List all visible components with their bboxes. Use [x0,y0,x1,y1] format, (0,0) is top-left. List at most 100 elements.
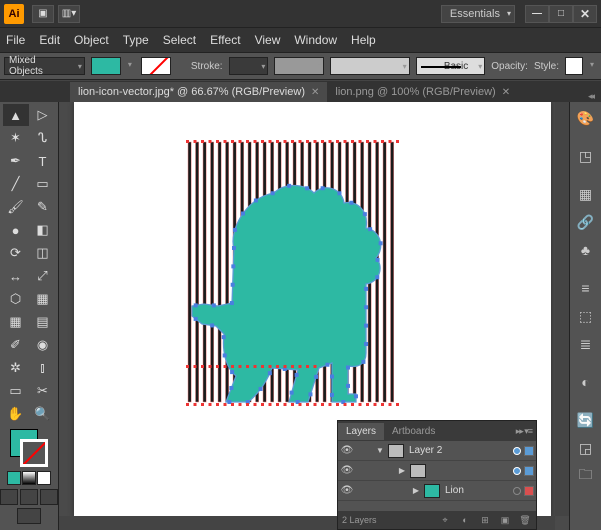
doc-tab-2[interactable]: lion.png @ 100% (RGB/Preview) ✕ [327,82,518,102]
scale-tool[interactable]: ◫ [30,242,56,264]
lasso-tool[interactable]: ᔐ [30,127,56,149]
width-tool[interactable]: ↔ [3,265,29,287]
close-button[interactable]: ✕ [573,5,597,23]
target-icon[interactable] [513,487,521,495]
stroke-swatch[interactable] [141,57,171,75]
sublayer-icon[interactable]: ⊞ [478,515,492,526]
layer-row[interactable]: 👁 ▶ Lion [338,481,536,501]
perspective-tool[interactable]: ▦ [30,288,56,310]
dock-icon-9[interactable]: 🔄 [573,408,599,432]
artwork[interactable] [174,138,454,448]
visibility-icon[interactable]: 👁 [340,445,354,456]
dock-icon-3[interactable]: 🔗 [573,210,599,234]
color-mode-icon[interactable] [7,471,21,485]
menu-window[interactable]: Window [294,33,337,47]
pencil-tool[interactable]: ✎ [30,196,56,218]
screen-mode-button[interactable] [17,508,41,524]
tab-artboards[interactable]: Artboards [384,423,443,440]
dock-icon-11[interactable]: 🗀 [573,464,599,488]
pen-tool[interactable]: ✒ [3,150,29,172]
draw-mode-1[interactable] [0,489,18,505]
menu-file[interactable]: File [6,33,25,47]
menu-select[interactable]: Select [163,33,196,47]
menu-effect[interactable]: Effect [210,33,240,47]
slice-tool[interactable]: ✂ [30,380,56,402]
locate-icon[interactable]: ⌖ [438,515,452,526]
scrollbar-vertical[interactable] [555,102,569,516]
target-icon[interactable] [513,447,521,455]
dock-icon-0[interactable]: 🎨 [573,106,599,130]
workspace-dropdown[interactable]: Essentials [441,5,515,23]
direct-select-tool[interactable]: ▷ [30,104,56,126]
selection-type[interactable]: Mixed Objects [4,57,85,75]
mesh-tool[interactable]: ▦ [3,311,29,333]
brush-preview[interactable] [274,57,324,75]
stroke-box[interactable] [20,439,48,467]
expand-icon[interactable]: ▶ [397,466,407,475]
blend-tool[interactable]: ◉ [30,334,56,356]
menu-edit[interactable]: Edit [39,33,60,47]
draw-mode-3[interactable] [40,489,58,505]
canvas[interactable]: Layers Artboards ▸▸ ▾≡ 👁▼Layer 2👁▶👁▶Lion… [59,102,569,530]
dock-icon-1[interactable]: ◳ [573,144,599,168]
brush-def[interactable]: Basic [416,57,486,75]
rectangle-tool[interactable]: ▭ [30,173,56,195]
menu-type[interactable]: Type [123,33,149,47]
free-transform-tool[interactable]: ⤢ [30,265,56,287]
dock-icon-8[interactable]: ◐ [573,370,599,394]
select-indicator[interactable] [524,466,534,476]
magic-wand-tool[interactable]: ✶ [3,127,29,149]
minimize-button[interactable]: — [525,5,549,23]
stroke-weight[interactable] [229,57,269,75]
mask-icon[interactable]: ◐ [458,515,472,525]
tab-close-icon[interactable]: ✕ [311,87,319,98]
fill-swatch[interactable] [91,57,121,75]
menu-object[interactable]: Object [74,33,109,47]
eraser-tool[interactable]: ◧ [30,219,56,241]
trash-icon[interactable]: 🗑 [518,515,532,526]
target-icon[interactable] [513,467,521,475]
style-swatch[interactable] [565,57,583,75]
hand-tool[interactable]: ✋ [3,403,29,425]
new-layer-icon[interactable]: ▣ [498,515,512,526]
select-indicator[interactable] [524,486,534,496]
layer-name[interactable]: Lion [443,485,510,496]
dock-icon-5[interactable]: ≡ [573,276,599,300]
cursor-tool[interactable]: ▲ [3,104,29,126]
draw-mode-2[interactable] [20,489,38,505]
gradient-tool[interactable]: ▤ [30,311,56,333]
zoom-tool[interactable]: 🔍 [30,403,56,425]
dock-icon-2[interactable]: ▦ [573,182,599,206]
select-indicator[interactable] [524,446,534,456]
menu-view[interactable]: View [255,33,281,47]
dock-icon-4[interactable]: ♣ [573,238,599,262]
line-tool[interactable]: ╱ [3,173,29,195]
brush-tool[interactable]: 🖌 [3,196,29,218]
rotate-tool[interactable]: ⟳ [3,242,29,264]
layer-name[interactable]: Layer 2 [407,445,510,456]
arrange-icon[interactable]: ▥▾ [58,5,80,23]
panel-opts-icon[interactable]: ▸▸ ▾≡ [516,426,536,437]
expand-icon[interactable]: ▶ [411,486,421,495]
none-mode-icon[interactable] [37,471,51,485]
doc-tab-1[interactable]: lion-icon-vector.jpg* @ 66.67% (RGB/Prev… [70,82,327,102]
dock-icon-6[interactable]: ⬚ [573,304,599,328]
maximize-button[interactable]: □ [549,5,573,23]
var-profile[interactable] [330,57,410,75]
fill-stroke-control[interactable] [7,429,51,469]
visibility-icon[interactable]: 👁 [340,465,354,476]
type-tool[interactable]: T [30,150,56,172]
dock-icon-7[interactable]: ≣ [573,332,599,356]
layer-row[interactable]: 👁▶ [338,461,536,481]
visibility-icon[interactable]: 👁 [340,485,354,496]
graph-tool[interactable]: ⫾ [30,357,56,379]
tab-layers[interactable]: Layers [338,423,384,440]
shape-builder-tool[interactable]: ⬡ [3,288,29,310]
menu-help[interactable]: Help [351,33,376,47]
artboard-tool[interactable]: ▭ [3,380,29,402]
bridge-icon[interactable]: ▣ [32,5,54,23]
tab-close-icon[interactable]: ✕ [502,87,510,98]
gradient-mode-icon[interactable] [22,471,36,485]
dock-icon-10[interactable]: ◲ [573,436,599,460]
blob-tool[interactable]: ● [3,219,29,241]
